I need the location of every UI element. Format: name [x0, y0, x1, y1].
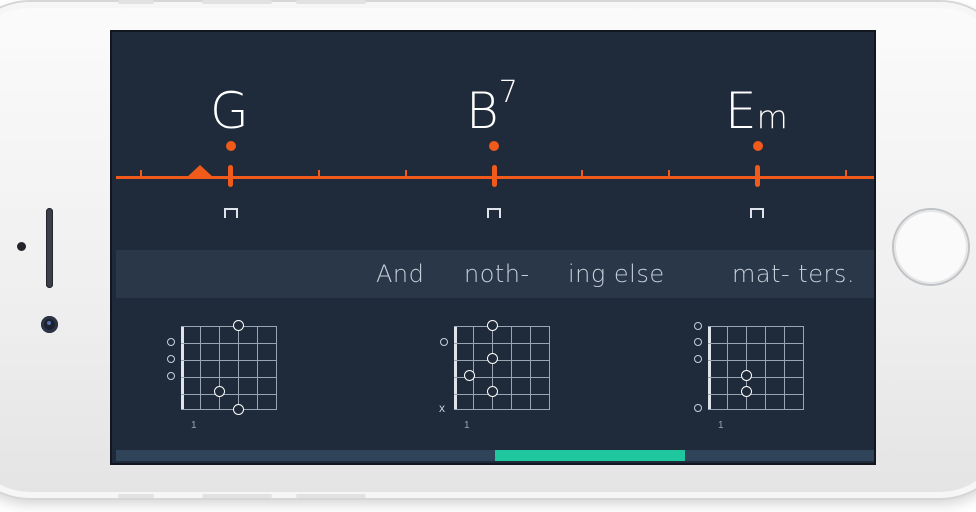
chord-label-em[interactable]: Em [725, 86, 788, 136]
finger-dot [487, 320, 498, 331]
finger-dot [487, 353, 498, 364]
chord-change-marker [228, 165, 233, 187]
timeline-tick [845, 170, 847, 178]
chord-beat-dot [753, 141, 763, 151]
progress-bar-segment [495, 450, 685, 461]
lyric-word: noth- [464, 260, 530, 288]
app-screen: G B7 Em And noth- ing else mat- ters. 1 … [110, 30, 876, 465]
timeline-tick [405, 170, 407, 178]
open-string-marker [167, 355, 175, 363]
finger-dot [741, 386, 752, 397]
fretboard-grid [454, 320, 550, 410]
phone-side-button [118, 494, 154, 498]
phone-side-button [202, 494, 272, 498]
phone-side-button [118, 0, 154, 4]
open-string-marker [694, 355, 702, 363]
proximity-sensor [17, 242, 26, 251]
open-string-marker [694, 322, 702, 330]
finger-dot [741, 370, 752, 381]
chord-suffix: m [756, 98, 788, 136]
finger-dot [214, 386, 225, 397]
timeline-tick [668, 170, 670, 178]
muted-string-marker: x [439, 401, 445, 415]
open-string-marker [167, 338, 175, 346]
chord-label-g[interactable]: G [210, 86, 249, 136]
downstroke-icon [224, 208, 238, 218]
home-button[interactable] [894, 210, 968, 284]
lyric-word: mat- ters. [732, 260, 855, 288]
playhead-cursor[interactable] [186, 165, 214, 178]
front-camera [41, 316, 58, 333]
lyric-word: ing else [568, 260, 665, 288]
finger-dot [464, 370, 475, 381]
chord-root: E [725, 82, 757, 140]
open-string-marker [694, 404, 702, 412]
chord-root: B [466, 82, 499, 140]
fret-number: 1 [191, 420, 197, 431]
timeline-tick [581, 170, 583, 178]
open-string-marker [440, 338, 448, 346]
chord-change-marker [492, 165, 497, 187]
chord-label-b7[interactable]: B7 [466, 78, 518, 136]
phone-side-button [296, 0, 366, 4]
chord-extension: 7 [498, 75, 518, 111]
fret-number: 1 [718, 420, 724, 431]
fret-number: 1 [464, 420, 470, 431]
open-string-marker [694, 338, 702, 346]
open-string-marker [167, 372, 175, 380]
downstroke-icon [487, 208, 501, 218]
chord-root: G [210, 82, 249, 140]
lyrics-bar: And noth- ing else mat- ters. [116, 250, 874, 298]
chord-change-marker [755, 165, 760, 187]
timeline-tick [318, 170, 320, 178]
lyric-word: And [376, 260, 425, 288]
phone-side-button [296, 494, 366, 498]
finger-dot [233, 404, 244, 415]
chord-beat-dot [489, 141, 499, 151]
finger-dot [233, 320, 244, 331]
fretboard-grid [181, 320, 277, 415]
earpiece-speaker [46, 208, 53, 288]
timeline-tick [140, 170, 142, 178]
fretboard-grid [708, 326, 804, 410]
phone-side-button [202, 0, 272, 4]
downstroke-icon [750, 208, 764, 218]
song-progress-bar[interactable] [116, 450, 874, 461]
finger-dot [487, 386, 498, 397]
chord-beat-dot [226, 141, 236, 151]
